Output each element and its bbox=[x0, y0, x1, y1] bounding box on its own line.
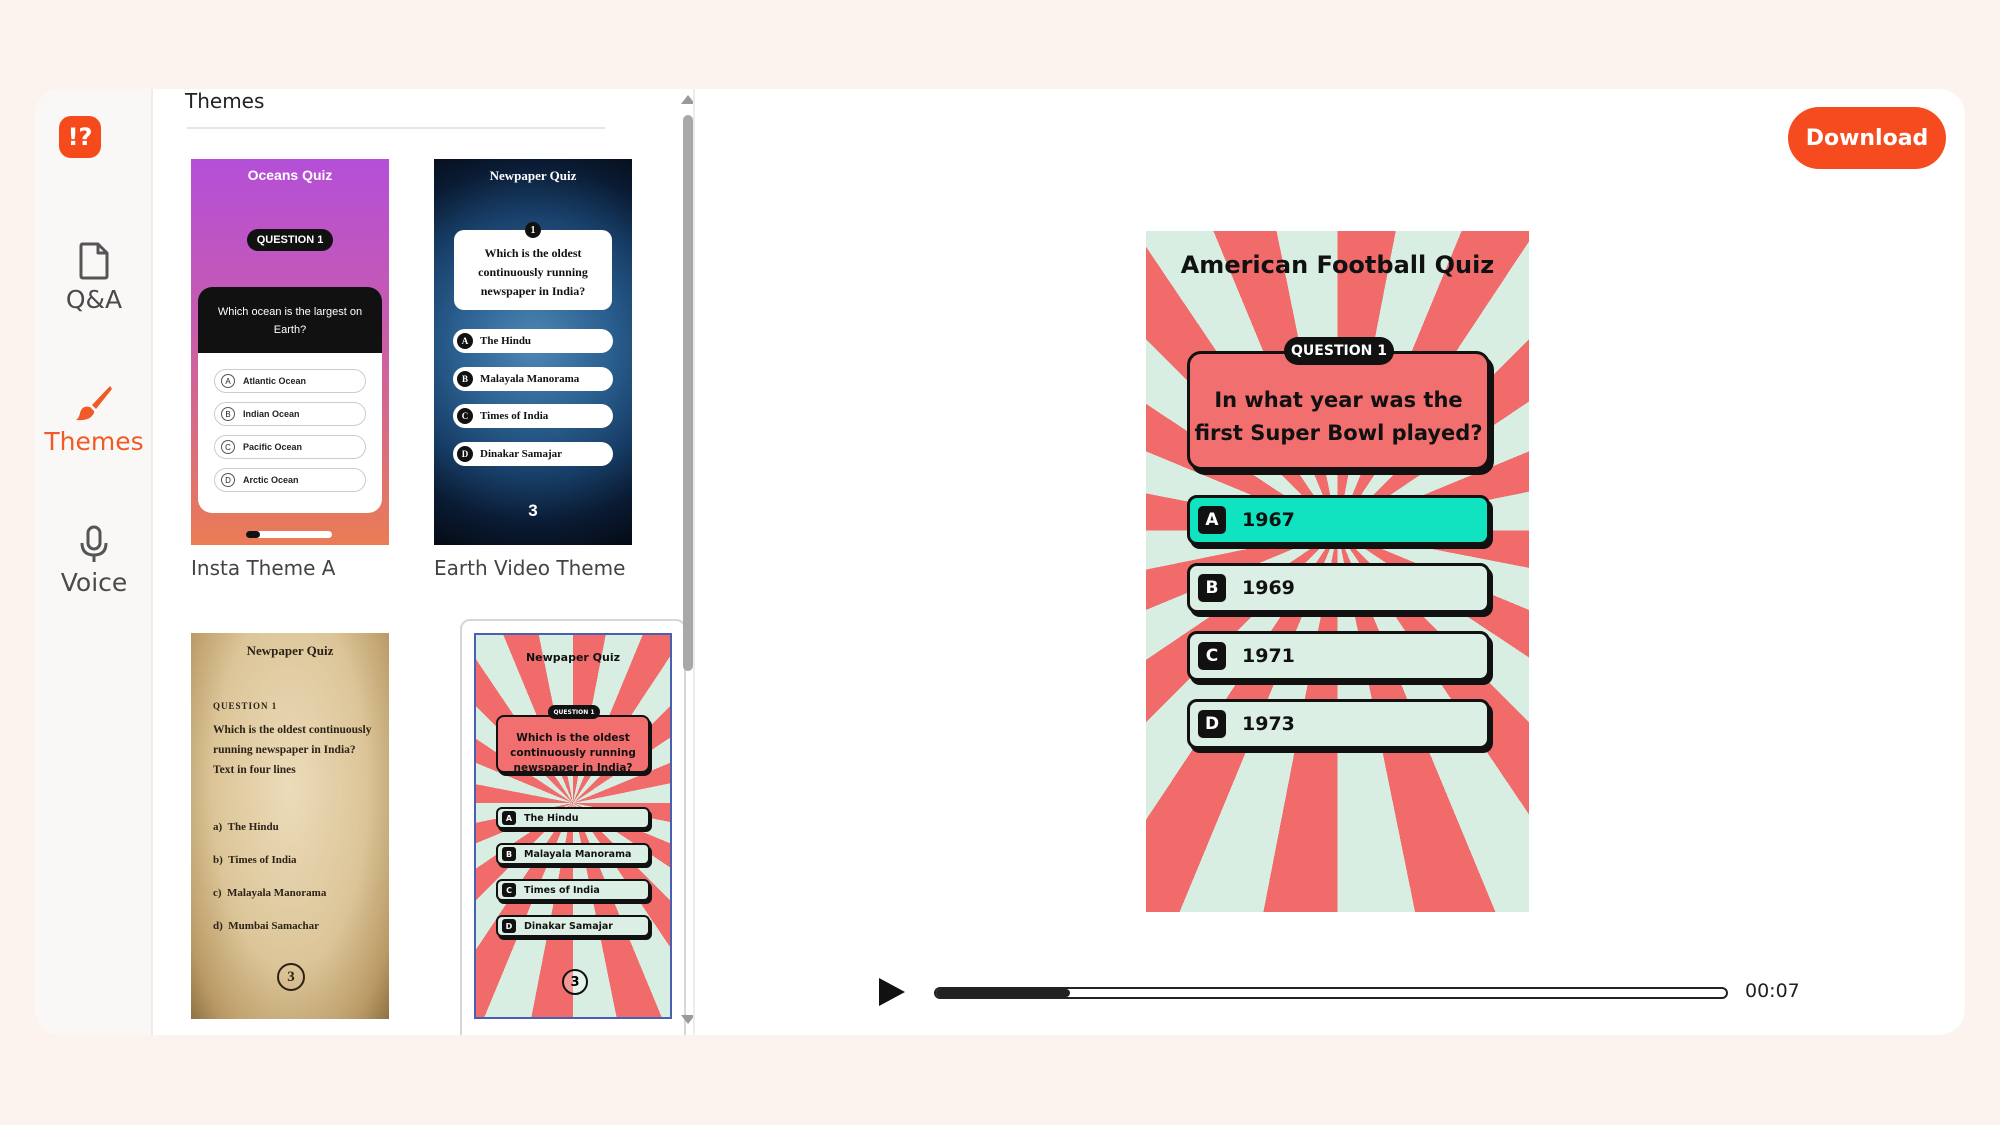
question-number: 1 bbox=[525, 222, 541, 238]
download-button[interactable]: Download bbox=[1788, 107, 1946, 169]
video-preview: American Football Quiz QUESTION 1 In wha… bbox=[1146, 231, 1529, 912]
scrollbar-thumb[interactable] bbox=[683, 115, 693, 671]
theme-card-label: Insta Theme A bbox=[191, 556, 336, 580]
play-icon[interactable] bbox=[879, 978, 905, 1006]
thumb-title: Newpaper Quiz bbox=[246, 643, 334, 658]
microphone-icon bbox=[80, 525, 108, 562]
question-card: Which ocean is the largest on Earth? A At… bbox=[198, 287, 382, 513]
option-a: A The Hindu bbox=[496, 807, 650, 829]
question-label: QUESTION 1 bbox=[548, 705, 600, 719]
divider bbox=[187, 127, 605, 129]
theme-card-football[interactable]: Newpaper Quiz QUESTION 1 Which is the ol… bbox=[474, 633, 672, 1019]
question-label: QUESTION 1 bbox=[1284, 337, 1394, 365]
option-a: A Atlantic Ocean bbox=[214, 369, 366, 393]
option-b: b) Times of India bbox=[213, 854, 297, 866]
option-c: C Pacific Ocean bbox=[214, 435, 366, 459]
thumb-title: Newpaper Quiz bbox=[489, 168, 577, 183]
option-d: d) Mumbai Samachar bbox=[213, 920, 320, 932]
countdown-timer: 3 bbox=[528, 501, 538, 520]
option-b: B Malayala Manorama bbox=[453, 367, 613, 391]
question-label: QUESTION 1 bbox=[247, 229, 333, 251]
panel-title: Themes bbox=[185, 89, 265, 113]
countdown-timer: 3 bbox=[277, 963, 305, 991]
thumb-title: Newpaper Quiz bbox=[525, 651, 621, 664]
question-text: Which ocean is the largest on Earth? bbox=[198, 287, 382, 353]
sidebar-item-qa[interactable]: Q&A bbox=[35, 241, 153, 314]
option-b: B Malayala Manorama bbox=[496, 843, 650, 865]
question-text: Which is the oldest continuously running… bbox=[454, 230, 612, 310]
option-d: D Dinakar Samajar bbox=[496, 915, 650, 937]
scroll-down-arrow[interactable] bbox=[681, 1015, 693, 1024]
themes-panel: Themes Oceans Quiz QUESTION 1 Which ocea… bbox=[155, 89, 695, 1035]
question-text: Which is the oldest continuously running… bbox=[213, 724, 372, 776]
sidebar-item-label: Q&A bbox=[65, 285, 123, 314]
option-b: B 1969 bbox=[1187, 563, 1490, 613]
scroll-up-arrow[interactable] bbox=[681, 95, 693, 104]
playback-progress bbox=[936, 989, 1071, 997]
app-logo[interactable]: !? bbox=[59, 116, 101, 158]
option-d: D 1973 bbox=[1187, 699, 1490, 749]
option-c: C Times of India bbox=[496, 879, 650, 901]
question-text: In what year was the first Super Bowl pl… bbox=[1187, 351, 1490, 470]
theme-card-insta-a[interactable]: Oceans Quiz QUESTION 1 Which ocean is th… bbox=[191, 159, 389, 545]
countdown-timer: 3 bbox=[562, 969, 588, 995]
question-label: QUESTION 1 bbox=[213, 701, 278, 711]
sidebar-item-label: Voice bbox=[60, 568, 128, 597]
quiz-title: American Football Quiz bbox=[1180, 251, 1495, 279]
theme-card-earth-video[interactable]: Newpaper Quiz 1 Which is the oldest cont… bbox=[434, 159, 632, 545]
option-a: a) The Hindu bbox=[213, 821, 279, 833]
theme-card-newspaper[interactable]: Newpaper Quiz QUESTION 1 Which is the ol… bbox=[191, 633, 389, 1019]
playback-time: 00:07 bbox=[1745, 980, 1800, 1002]
option-a: A 1967 bbox=[1187, 495, 1490, 545]
paintbrush-icon bbox=[76, 386, 112, 421]
sidebar-item-label: Themes bbox=[44, 427, 144, 456]
option-c: C Times of India bbox=[453, 404, 613, 428]
theme-card-label: Earth Video Theme bbox=[434, 556, 626, 580]
sidebar-item-voice[interactable]: Voice bbox=[35, 524, 153, 597]
document-icon bbox=[79, 242, 109, 280]
option-a: A The Hindu bbox=[453, 329, 613, 353]
option-d: D Dinakar Samajar bbox=[453, 442, 613, 466]
sidebar-item-themes[interactable]: Themes bbox=[35, 383, 153, 456]
app-window: !? Q&A Themes Voice Themes Oceans Quiz Q… bbox=[35, 89, 1965, 1035]
option-d: D Arctic Ocean bbox=[214, 468, 366, 492]
option-c: C 1971 bbox=[1187, 631, 1490, 681]
option-c: c) Malayala Manorama bbox=[213, 887, 327, 899]
thumb-title: Oceans Quiz bbox=[247, 167, 333, 183]
sidebar: !? Q&A Themes Voice bbox=[35, 89, 153, 1035]
question-text: Which is the oldest continuously running… bbox=[496, 715, 650, 774]
playback-scrubber[interactable] bbox=[934, 987, 1728, 999]
option-b: B Indian Ocean bbox=[214, 402, 366, 426]
thumb-progress bbox=[246, 531, 332, 538]
